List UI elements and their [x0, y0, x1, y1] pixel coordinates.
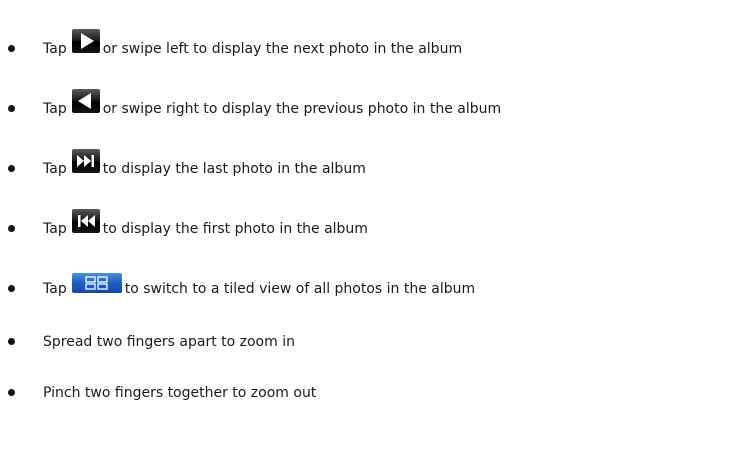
list-item: Tap or swipe left to display the next pho… [0, 28, 730, 68]
list-item: Tap or swipe right to display the previou… [0, 88, 730, 128]
bullet [8, 337, 15, 345]
list-item: Spread two fingers apart to zoom in [0, 321, 730, 361]
tiled-view-icon [71, 273, 122, 293]
bullet [8, 164, 15, 172]
bullet [8, 388, 15, 396]
tap-label: Tap [43, 161, 67, 177]
list-item-text: Tap or swipe left to display the next pho… [43, 29, 462, 58]
list-item-text: Tap to display the last photo in the albu… [43, 149, 366, 178]
tap-label: Tap [43, 281, 67, 297]
instruction-text: to display the first photo in the album [102, 221, 368, 237]
instruction-text: Pinch two fingers together to zoom out [43, 385, 317, 401]
list-item: Tap to display the first photo in the alb… [0, 208, 730, 248]
bullet [8, 104, 15, 112]
list-item: Tap to switch to a tiled view of all phot… [0, 268, 730, 308]
list-item: Tap to display the last photo in the albu… [0, 148, 730, 188]
skip-to-first-icon [71, 209, 100, 233]
list-item-text: Tap to switch to a tiled view of all phot… [43, 273, 475, 298]
tap-label: Tap [43, 221, 67, 237]
instruction-text: Spread two fingers apart to zoom in [43, 334, 295, 350]
skip-to-last-icon [71, 149, 100, 173]
instruction-text: or swipe left to display the next photo … [102, 41, 463, 57]
instruction-text: to display the last photo in the album [102, 161, 366, 177]
list-item-text: Pinch two fingers together to zoom out [43, 384, 316, 402]
play-previous-icon [71, 89, 100, 113]
list-item-text: Tap or swipe right to display the previou… [43, 89, 501, 118]
list-item-text: Tap to display the first photo in the alb… [43, 209, 368, 238]
list-item-text: Spread two fingers apart to zoom in [43, 333, 295, 351]
tap-label: Tap [43, 101, 67, 117]
tap-label: Tap [43, 41, 67, 57]
instruction-text: or swipe right to display the previous p… [102, 101, 502, 117]
list-item: Pinch two fingers together to zoom out [0, 372, 730, 412]
bullet [8, 44, 15, 52]
bullet [8, 224, 15, 232]
bullet [8, 284, 15, 292]
play-next-icon [71, 29, 100, 53]
instruction-text: to switch to a tiled view of all photos … [124, 281, 476, 297]
